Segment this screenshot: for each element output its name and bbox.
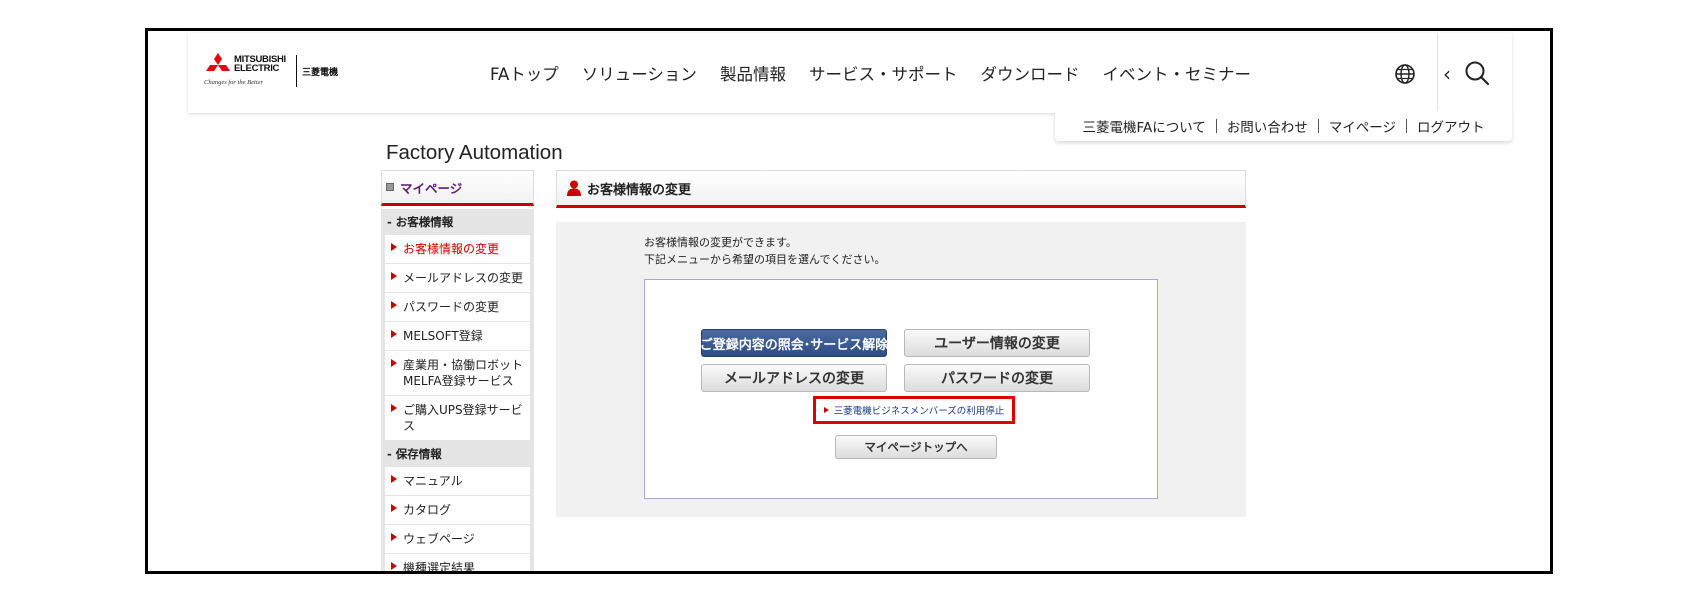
- description-line: 下記メニューから希望の項目を選んでください。: [644, 253, 886, 266]
- link-mypage[interactable]: マイページ: [1319, 116, 1406, 136]
- sidebar: マイページ - お客様情報 お客様情報の変更 メールアドレスの変更 パスワードの…: [381, 170, 534, 574]
- sidebar-item-melsoft[interactable]: MELSOFT登録: [385, 322, 530, 351]
- sidebar-item-label: マニュアル: [403, 474, 463, 488]
- arrow-right-icon: [391, 504, 397, 512]
- sidebar-item-melfa[interactable]: 産業用・協働ロボット MELFA登録サービス: [385, 351, 530, 396]
- search-icon[interactable]: [1463, 59, 1491, 87]
- sidebar-item-label: ご購入UPS登録サービス: [403, 403, 523, 433]
- link-logout[interactable]: ログアウト: [1407, 116, 1495, 136]
- sidebar-title: マイページ: [400, 180, 463, 196]
- page-title: Factory Automation: [386, 141, 563, 164]
- logo-jp-name: 三菱電機: [302, 68, 339, 78]
- sidebar-item-label: ウェブページ: [403, 532, 475, 546]
- site-header: MITSUBISHI ELECTRIC Changes for the Bett…: [188, 33, 1512, 113]
- user-info-change-button[interactable]: ユーザー情報の変更: [904, 329, 1090, 357]
- sidebar-menu: - お客様情報 お客様情報の変更 メールアドレスの変更 パスワードの変更 MEL…: [381, 209, 534, 574]
- arrow-right-icon: [391, 533, 397, 541]
- nav-download[interactable]: ダウンロード: [980, 61, 1079, 85]
- main-nav: FAトップ ソリューション 製品情報 サービス・サポート ダウンロード イベント…: [490, 61, 1274, 85]
- header-divider: [1437, 33, 1438, 111]
- browser-frame: MITSUBISHI ELECTRIC Changes for the Bett…: [145, 28, 1553, 574]
- three-diamonds-icon: [206, 53, 230, 71]
- sidebar-category-saved-info[interactable]: - 保存情報: [385, 441, 530, 467]
- nav-products[interactable]: 製品情報: [720, 61, 786, 85]
- logo-tagline: Changes for the Better: [204, 79, 264, 86]
- square-bullet-icon: [386, 183, 394, 191]
- membership-stop-label: 三菱電機ビジネスメンバーズの利用停止: [833, 406, 1005, 417]
- sidebar-item-label: お客様情報の変更: [403, 242, 500, 256]
- email-change-button[interactable]: メールアドレスの変更: [701, 364, 887, 392]
- arrow-right-icon: [391, 475, 397, 483]
- logo-divider: [296, 55, 297, 87]
- description: お客様情報の変更ができます。 下記メニューから希望の項目を選んでください。: [644, 234, 885, 268]
- sidebar-item-label-line2: MELFA登録サービス: [403, 374, 514, 388]
- description-line: お客様情報の変更ができます。: [644, 236, 797, 249]
- inquiry-service-cancel-button[interactable]: ご登録内容の照会･サービス解除: [700, 329, 888, 357]
- sidebar-item-label: メールアドレスの変更: [403, 271, 524, 285]
- sidebar-item-label: 機種選定結果: [403, 561, 476, 574]
- sidebar-item-webpages[interactable]: ウェブページ: [385, 525, 530, 554]
- nav-solutions[interactable]: ソリューション: [582, 61, 697, 85]
- sidebar-item-email-change[interactable]: メールアドレスの変更: [385, 264, 530, 293]
- sidebar-item-password-change[interactable]: パスワードの変更: [385, 293, 530, 322]
- utility-links: 三菱電機FAについて お問い合わせ マイページ ログアウト: [1055, 111, 1512, 141]
- sidebar-item-model-selection[interactable]: 機種選定結果: [385, 554, 530, 574]
- sidebar-item-customer-info-change[interactable]: お客様情報の変更: [385, 235, 530, 264]
- section-title: お客様情報の変更: [587, 182, 692, 198]
- sidebar-item-manuals[interactable]: マニュアル: [385, 467, 530, 496]
- sidebar-header[interactable]: マイページ: [381, 170, 534, 206]
- sidebar-item-label: パスワードの変更: [403, 300, 500, 314]
- sidebar-item-ups[interactable]: ご購入UPS登録サービス: [385, 396, 530, 441]
- person-icon: [567, 180, 581, 196]
- sidebar-category-customer-info[interactable]: - お客様情報: [385, 209, 530, 235]
- nav-service-support[interactable]: サービス・サポート: [809, 61, 958, 85]
- link-contact[interactable]: お問い合わせ: [1217, 116, 1318, 136]
- chevron-left-icon[interactable]: ‹: [1443, 62, 1451, 86]
- arrow-right-icon: [391, 301, 397, 309]
- main-content: お客様情報の変更ができます。 下記メニューから希望の項目を選んでください。 ご登…: [556, 222, 1246, 517]
- logo-brand: MITSUBISHI ELECTRIC: [234, 54, 286, 74]
- arrow-right-icon: [391, 359, 397, 367]
- arrow-right-icon: [391, 562, 397, 570]
- section-header: お客様情報の変更: [556, 170, 1246, 208]
- sidebar-item-label: MELSOFT登録: [403, 329, 483, 343]
- nav-fa-top[interactable]: FAトップ: [490, 61, 559, 85]
- globe-icon[interactable]: [1394, 63, 1416, 85]
- menu-panel: ご登録内容の照会･サービス解除 ユーザー情報の変更 メールアドレスの変更 パスワ…: [644, 279, 1158, 499]
- link-about-fa[interactable]: 三菱電機FAについて: [1072, 116, 1215, 136]
- membership-stop-link[interactable]: 三菱電機ビジネスメンバーズの利用停止: [823, 403, 1005, 417]
- arrow-right-icon: [391, 243, 397, 251]
- arrow-right-icon: [391, 330, 397, 338]
- arrow-right-icon: [823, 407, 829, 413]
- sidebar-item-catalogs[interactable]: カタログ: [385, 496, 530, 525]
- sidebar-item-label-line1: 産業用・協働ロボット: [403, 358, 524, 372]
- highlight-box: 三菱電機ビジネスメンバーズの利用停止: [813, 396, 1015, 424]
- arrow-right-icon: [391, 404, 397, 412]
- mitsubishi-logo[interactable]: MITSUBISHI ELECTRIC Changes for the Bett…: [204, 53, 354, 93]
- mypage-top-button[interactable]: マイページトップへ: [835, 435, 997, 459]
- sidebar-item-label: カタログ: [403, 503, 452, 517]
- nav-events-seminars[interactable]: イベント・セミナー: [1102, 61, 1251, 85]
- password-change-button[interactable]: パスワードの変更: [904, 364, 1090, 392]
- arrow-right-icon: [391, 272, 397, 280]
